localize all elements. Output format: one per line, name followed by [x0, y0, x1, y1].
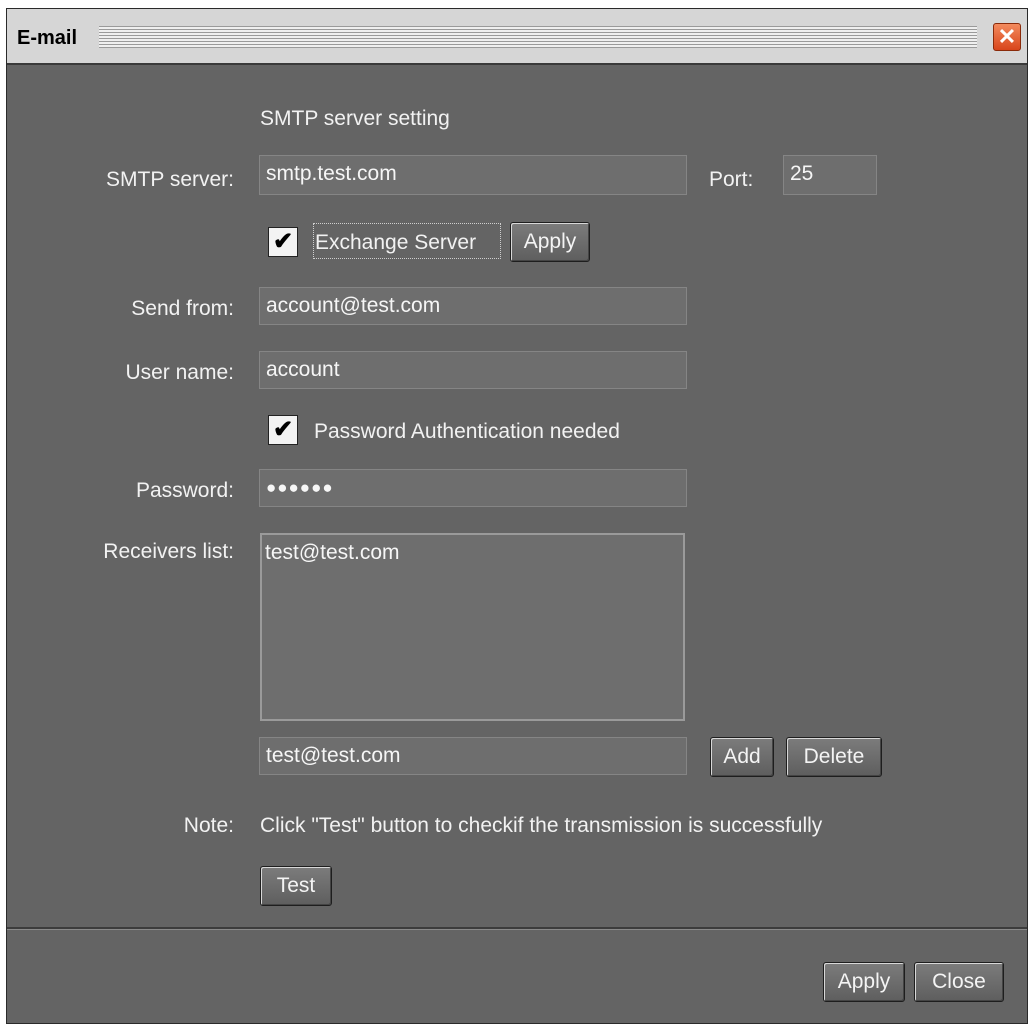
port-label: Port: — [709, 168, 754, 191]
password-label: Password: — [135, 479, 234, 502]
apply-button[interactable]: Apply — [823, 962, 905, 1002]
note-label: Note: — [183, 814, 234, 837]
receivers-listbox[interactable]: test@test.com — [260, 533, 685, 721]
receiver-input[interactable]: test@test.com — [259, 737, 687, 775]
exchange-apply-button[interactable]: Apply — [510, 222, 590, 262]
add-receiver-button[interactable]: Add — [710, 737, 774, 777]
note-text: Click "Test" button to checkif the trans… — [260, 814, 823, 837]
footer-divider — [7, 927, 1027, 930]
send-from-input[interactable]: account@test.com — [259, 287, 687, 325]
send-from-label: Send from: — [131, 297, 234, 320]
title-grip — [99, 26, 977, 48]
password-auth-checkbox[interactable]: ✔ — [268, 415, 298, 445]
delete-receiver-button[interactable]: Delete — [786, 737, 882, 777]
title-bar[interactable]: E-mail ✕ — [7, 9, 1027, 65]
exchange-server-label[interactable]: Exchange Server — [315, 231, 476, 255]
port-input[interactable]: 25 — [783, 155, 877, 195]
checkmark-icon: ✔ — [272, 228, 294, 255]
checkmark-icon: ✔ — [272, 416, 294, 443]
email-dialog: E-mail ✕ SMTP server setting SMTP server… — [6, 8, 1028, 1024]
smtp-server-label: SMTP server: — [106, 168, 234, 191]
receiver-list-item[interactable]: test@test.com — [262, 535, 683, 565]
password-auth-label[interactable]: Password Authentication needed — [314, 420, 620, 444]
close-window-button[interactable]: ✕ — [993, 23, 1021, 51]
close-button[interactable]: Close — [914, 962, 1004, 1002]
section-title: SMTP server setting — [260, 107, 450, 130]
receivers-list-label: Receivers list: — [103, 540, 234, 563]
exchange-server-checkbox[interactable]: ✔ — [268, 227, 298, 257]
test-button[interactable]: Test — [260, 866, 332, 906]
password-input[interactable]: ●●●●●● — [259, 469, 687, 507]
user-name-input[interactable]: account — [259, 351, 687, 389]
smtp-server-input[interactable]: smtp.test.com — [259, 155, 687, 195]
close-icon[interactable]: ✕ — [998, 24, 1016, 49]
window-title: E-mail — [17, 27, 78, 49]
user-name-label: User name: — [125, 361, 234, 384]
